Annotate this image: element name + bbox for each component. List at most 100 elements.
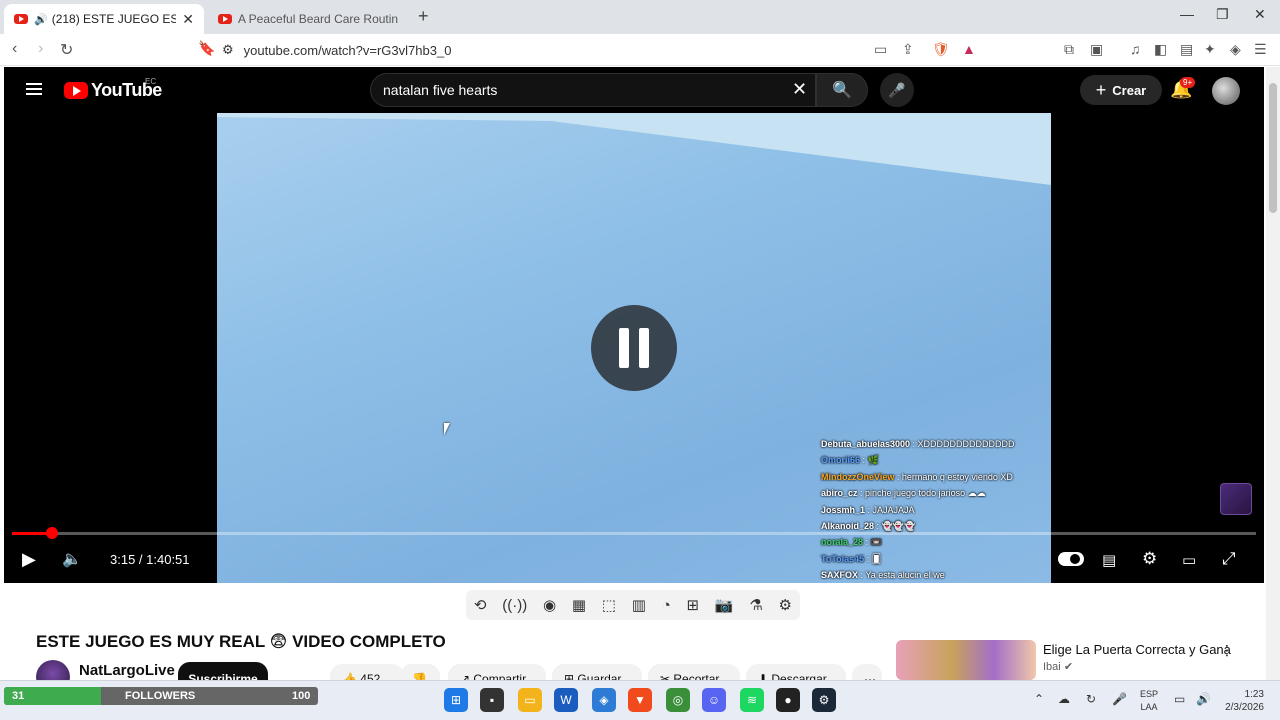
- close-tab-icon[interactable]: ✕: [182, 11, 194, 28]
- leo-icon[interactable]: ✦: [1204, 41, 1216, 58]
- share-icon[interactable]: ⇪: [902, 41, 914, 58]
- forward-icon[interactable]: ›: [38, 40, 43, 58]
- wallet-icon[interactable]: ▤: [1180, 41, 1193, 58]
- recommended-thumbnail[interactable]: [896, 640, 1036, 680]
- fullscreen-icon[interactable]: ⤢: [1222, 549, 1236, 569]
- autoplay-toggle[interactable]: [1058, 552, 1084, 566]
- microphone-icon[interactable]: 🎤: [1112, 692, 1127, 706]
- channel-name[interactable]: NatLargoLive: [79, 662, 175, 679]
- plus-icon: +: [1095, 79, 1107, 100]
- back-icon[interactable]: ‹: [12, 40, 17, 58]
- speed-icon[interactable]: ◔: [662, 597, 671, 614]
- word-icon[interactable]: W: [554, 688, 578, 712]
- camera-icon[interactable]: 📷: [715, 596, 734, 614]
- windows-start-icon[interactable]: ⊞: [444, 688, 468, 712]
- film-icon[interactable]: ▥: [632, 596, 646, 614]
- video-frame[interactable]: Debuta_abuelas3000 : XDDDDDDDDDDDDDD Omor…: [217, 113, 1051, 583]
- file-explorer-icon[interactable]: ▭: [518, 688, 542, 712]
- scroll-thumb[interactable]: [1269, 83, 1277, 213]
- address-bar[interactable]: ⚙ youtube.com/watch?v=rG3vl7hb3_0: [222, 37, 982, 63]
- brave-browser-icon[interactable]: ▼: [628, 688, 652, 712]
- steam-icon[interactable]: ⚙: [812, 688, 836, 712]
- account-avatar[interactable]: [1212, 77, 1240, 105]
- search-input[interactable]: natalan five hearts: [370, 73, 816, 107]
- channel-watermark[interactable]: [1220, 483, 1252, 515]
- rewards-icon[interactable]: ▲: [962, 41, 976, 57]
- voice-search-button[interactable]: 🎤: [880, 73, 914, 107]
- menu-icon[interactable]: ☰: [1254, 41, 1267, 58]
- spotify-icon[interactable]: ≋: [740, 688, 764, 712]
- bookmark-icon[interactable]: 🔖: [198, 40, 215, 57]
- flask-icon[interactable]: ⚗: [749, 596, 762, 614]
- network-icon[interactable]: ▭: [1174, 692, 1185, 706]
- cinema-icon[interactable]: ▦: [572, 596, 586, 614]
- pause-icon: [639, 328, 649, 368]
- loop-icon[interactable]: ⟲: [474, 596, 487, 614]
- settings-icon[interactable]: ⚙: [1142, 549, 1157, 569]
- recommended-title[interactable]: Elige La Puerta Correcta y Gana: [1043, 642, 1231, 657]
- volume-icon[interactable]: 🔈: [62, 549, 82, 569]
- audio-icon[interactable]: ((·)): [502, 597, 527, 614]
- clear-search-icon[interactable]: ✕: [792, 79, 807, 100]
- youtube-logo[interactable]: YouTube EC: [64, 77, 162, 101]
- task-view-icon[interactable]: ▪: [480, 688, 504, 712]
- search-button[interactable]: 🔍: [816, 73, 868, 107]
- recommended-channel[interactable]: Ibai ✔: [1043, 660, 1073, 673]
- menu-icon[interactable]: [26, 83, 42, 95]
- chat-message: Jossmh_1 : JAJAJAJA: [821, 502, 1015, 518]
- followers-goal-bar: 31 FOLLOWERS 100: [4, 687, 318, 705]
- search-value: natalan five hearts: [383, 82, 498, 98]
- progress-scrubber[interactable]: [45, 527, 58, 539]
- pause-button[interactable]: [591, 305, 677, 391]
- system-clock[interactable]: 1:23 2/3/2026: [1220, 688, 1264, 714]
- discord-icon[interactable]: ☺: [702, 688, 726, 712]
- chat-message: abiro_cz : pinche juego todo jarioso ☁☁: [821, 485, 1015, 501]
- vpn-icon[interactable]: ◈: [1230, 41, 1241, 58]
- audio-playing-icon[interactable]: 🔊: [34, 13, 48, 26]
- cast-icon[interactable]: ▭: [874, 41, 887, 58]
- chat-username: abiro_cz: [821, 488, 858, 499]
- pause-icon: [619, 328, 629, 368]
- crop-icon[interactable]: ⬚: [602, 596, 616, 614]
- music-icon[interactable]: ♫: [1130, 41, 1141, 57]
- speaker-icon[interactable]: 🔊: [1196, 692, 1211, 706]
- site-info-icon[interactable]: ⚙: [222, 42, 234, 58]
- watch-icon[interactable]: ◉: [543, 596, 556, 614]
- minimize-icon[interactable]: —: [1180, 6, 1194, 22]
- chat-text: : Ya esta alucin el we: [858, 570, 945, 581]
- tray-app-icon[interactable]: ☁: [1058, 692, 1070, 706]
- chat-text: : XDDDDDDDDDDDDDD: [910, 439, 1015, 449]
- sidebar-icon[interactable]: ◧: [1154, 41, 1167, 58]
- screenshot-icon[interactable]: ▣: [1090, 41, 1103, 58]
- sync-icon[interactable]: ↻: [1086, 692, 1096, 706]
- create-button[interactable]: + Crear: [1080, 75, 1162, 105]
- tab-inactive[interactable]: A Peaceful Beard Care Routine Today: [208, 4, 408, 34]
- gear-icon[interactable]: ⚙: [779, 596, 792, 614]
- subtitles-icon[interactable]: ▤: [1102, 551, 1116, 569]
- tab-active[interactable]: 🔊 (218) ESTE JUEGO ES MUY REAL ✕: [4, 4, 204, 34]
- add-icon[interactable]: ⊞: [687, 596, 700, 614]
- progress-bar[interactable]: [12, 527, 1256, 539]
- player-extension-bar: ⟲ ((·)) ◉ ▦ ⬚ ▥ ◔ ⊞ 📷 ⚗ ⚙: [466, 590, 800, 620]
- close-window-icon[interactable]: ✕: [1254, 6, 1266, 23]
- language-indicator[interactable]: ESP LAA: [1140, 688, 1158, 714]
- brave-shield-icon[interactable]: 🛡: [932, 41, 950, 58]
- create-label: Crear: [1112, 82, 1147, 98]
- new-tab-button[interactable]: +: [418, 6, 429, 27]
- youtube-header: YouTube EC natalan five hearts ✕ 🔍 🎤 + C…: [4, 67, 1264, 113]
- country-code: EC: [145, 77, 157, 86]
- more-options-icon[interactable]: ⋮: [1220, 642, 1234, 659]
- chrome-icon[interactable]: ◎: [666, 688, 690, 712]
- play-icon[interactable]: ▶: [22, 549, 36, 570]
- tab-title: (218) ESTE JUEGO ES MUY REAL: [51, 12, 177, 26]
- reload-icon[interactable]: ↻: [60, 40, 73, 60]
- outlook-icon[interactable]: ◈: [592, 688, 616, 712]
- verified-icon: ✔: [1063, 661, 1074, 673]
- tray-expand-icon[interactable]: ⌃: [1034, 692, 1044, 706]
- app-icon[interactable]: ●: [776, 688, 800, 712]
- page-scrollbar[interactable]: [1266, 67, 1280, 680]
- chat-username: Alkanoid_28: [821, 521, 875, 532]
- restore-icon[interactable]: ❐: [1216, 6, 1229, 23]
- theater-mode-icon[interactable]: ▭: [1182, 551, 1196, 569]
- extensions-icon[interactable]: ⧉: [1064, 41, 1074, 58]
